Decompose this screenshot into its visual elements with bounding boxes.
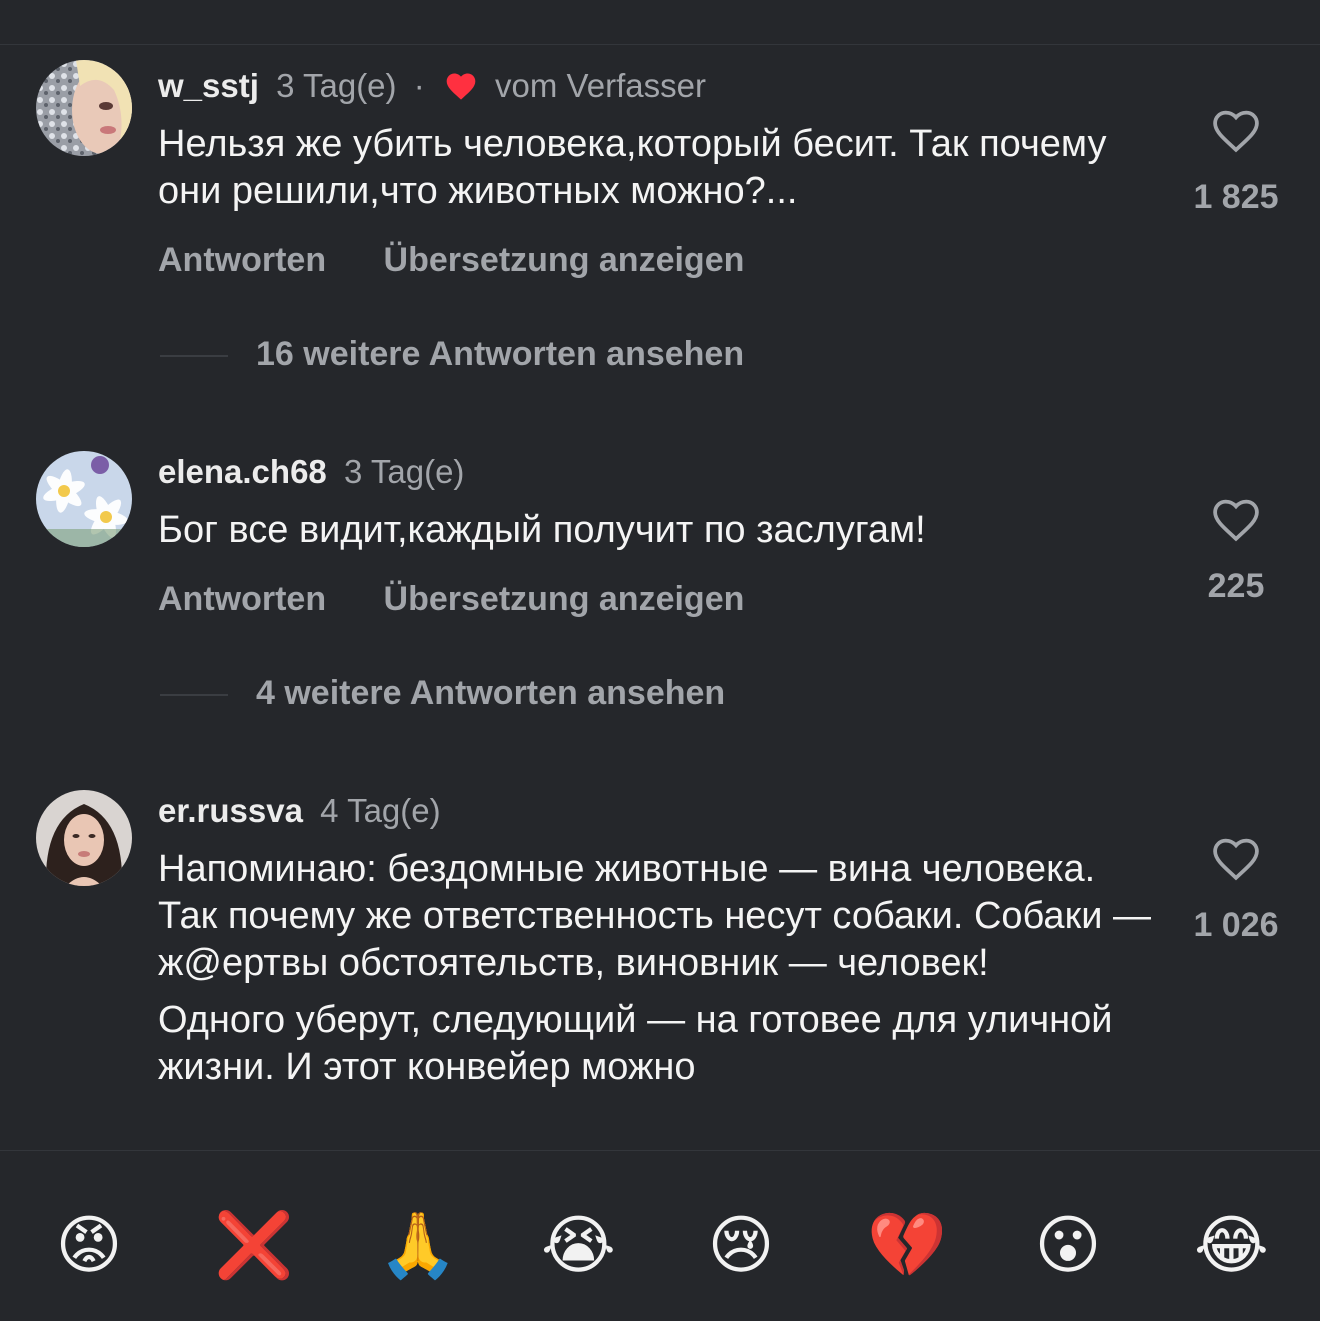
author-liked-label: vom Verfasser [495, 67, 706, 104]
translate-button[interactable]: Übersetzung anzeigen [384, 580, 745, 618]
folded-hands-emoji[interactable]: 🙏 [378, 1208, 458, 1282]
comment-paragraph: Одного уберут, следующий — на готовее дл… [158, 999, 1113, 1088]
username[interactable]: w_sstj [158, 67, 259, 104]
comment-actions: Antworten Übersetzung anzeigen [158, 240, 744, 280]
emoji-reaction-bar: 😡 ❌ 🙏 😭 😢 💔 😮 😂 [0, 1150, 1320, 1321]
astonished-face-emoji[interactable]: 😮 [1031, 1208, 1105, 1282]
top-divider [0, 44, 1320, 45]
comment-header: w_sstj 3 Tag(e) · vom Verfasser [158, 66, 706, 110]
reply-thread-line [160, 694, 228, 697]
like-control: 1 026 [1176, 836, 1296, 945]
comment-time: 4 Tag(e) [320, 792, 441, 829]
loudly-crying-face-emoji[interactable]: 😭 [541, 1208, 616, 1282]
separator: · [413, 67, 425, 104]
like-control: 1 825 [1176, 108, 1296, 217]
comment-text: Нельзя же убить человека,который бесит. … [158, 121, 1158, 215]
angry-face-emoji[interactable]: 😡 [52, 1208, 126, 1282]
heart-outline-icon[interactable] [1210, 110, 1262, 158]
comment-header: elena.ch68 3 Tag(e) [158, 452, 464, 492]
like-count: 225 [1207, 567, 1265, 605]
view-more-replies[interactable]: 16 weitere Antworten ansehen [160, 334, 744, 374]
avatar[interactable] [36, 451, 132, 547]
like-count: 1 825 [1193, 178, 1279, 216]
like-count: 1 026 [1193, 906, 1279, 944]
comment-paragraph: Бог все видит,каждый получит по заслугам… [158, 509, 926, 551]
comment-time: 3 Tag(e) [276, 67, 397, 104]
comment-text: Напоминаю: бездомные животные — вина чел… [158, 846, 1158, 1091]
view-more-replies-label: 4 weitere Antworten ansehen [256, 674, 726, 712]
like-control: 225 [1176, 497, 1296, 606]
avatar[interactable] [36, 60, 132, 156]
comment-header: er.russva 4 Tag(e) [158, 791, 441, 831]
reply-thread-line [160, 355, 228, 358]
reply-button[interactable]: Antworten [158, 580, 326, 618]
heart-outline-icon[interactable] [1210, 838, 1262, 886]
comment-paragraph: Нельзя же убить человека,который бесит. … [158, 123, 1107, 212]
comment-text: Бог все видит,каждый получит по заслугам… [158, 507, 1158, 554]
view-more-replies-label: 16 weitere Antworten ansehen [256, 335, 745, 373]
cross-mark-emoji[interactable]: ❌ [214, 1208, 294, 1282]
heart-filled-icon [444, 70, 478, 110]
comment-time: 3 Tag(e) [343, 453, 465, 490]
translate-button[interactable]: Übersetzung anzeigen [384, 241, 745, 279]
comment-paragraph: Напоминаю: бездомные животные — вина чел… [158, 848, 1151, 984]
username[interactable]: er.russva [158, 792, 303, 829]
avatar[interactable] [36, 790, 132, 886]
broken-heart-emoji[interactable]: 💔 [867, 1208, 947, 1282]
tears-of-joy-face-emoji[interactable]: 😂 [1194, 1208, 1269, 1282]
comment-actions: Antworten Übersetzung anzeigen [158, 579, 744, 619]
view-more-replies[interactable]: 4 weitere Antworten ansehen [160, 673, 725, 713]
username[interactable]: elena.ch68 [158, 453, 327, 490]
heart-outline-icon[interactable] [1210, 499, 1262, 547]
crying-face-emoji[interactable]: 😢 [704, 1208, 778, 1282]
reply-button[interactable]: Antworten [158, 241, 326, 279]
